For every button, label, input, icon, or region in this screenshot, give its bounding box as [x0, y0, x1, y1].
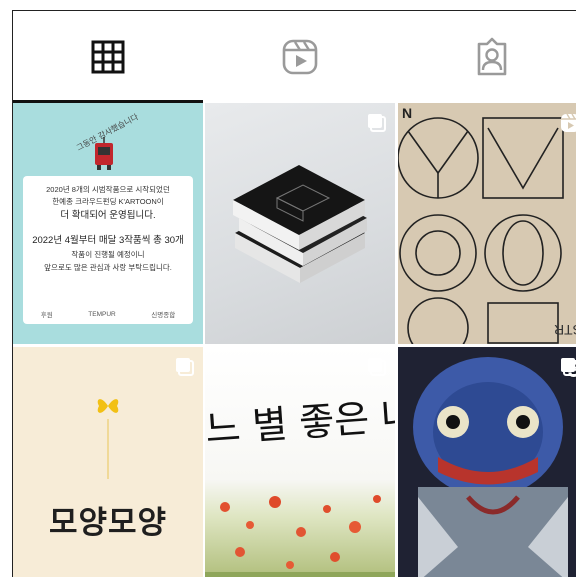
- mask-artwork-image: [398, 347, 576, 577]
- book-stack-image: [233, 165, 367, 283]
- post-tile[interactable]: 3: [398, 347, 576, 577]
- post-tile[interactable]: 그동안 감사했습니다 2020년 8개의 시범작품으로 시작되었던 한예종 크라…: [13, 103, 203, 344]
- tab-tagged[interactable]: [397, 11, 576, 103]
- rotated-text: STR: [554, 322, 576, 338]
- post-tile[interactable]: [205, 103, 395, 344]
- tagged-icon: [477, 37, 507, 76]
- sponsor-bar: 후원 TEMPUR 신명종합: [23, 306, 193, 322]
- reels-icon: [561, 113, 576, 132]
- post-heading: 모양모양: [48, 505, 168, 541]
- post-tile[interactable]: 모양모양: [13, 347, 203, 577]
- butterfly-icon: [97, 399, 119, 413]
- flower-field-image: [205, 495, 395, 577]
- sponsor-name: TEMPUR: [88, 310, 116, 318]
- mascot-icon: [95, 137, 113, 170]
- post-tile[interactable]: N STR: [398, 103, 576, 344]
- sponsor-name: 신명종합: [151, 312, 176, 319]
- carousel-icon: [368, 358, 386, 376]
- profile-posts-panel: 그동안 감사했습니다 2020년 8개의 시범작품으로 시작되었던 한예종 크라…: [12, 10, 576, 577]
- notice-line: 한예종 크라우드펀딩 K'ARTOON이: [52, 197, 164, 206]
- post-tile[interactable]: 느 별 좋은 나: [205, 347, 395, 577]
- sponsor-label: 후원: [40, 312, 53, 319]
- notice-line: 2020년 8개의 시범작품으로 시작되었던: [46, 185, 170, 194]
- notice-line: 2022년 4월부터 매달 3작품씩 총 30개: [32, 235, 184, 246]
- reels-icon: [282, 39, 318, 75]
- carousel-icon: [176, 358, 194, 376]
- stem-line: [107, 419, 109, 479]
- notice-card: 2020년 8개의 시범작품으로 시작되었던 한예종 크라우드펀딩 K'ARTO…: [23, 176, 193, 324]
- notice-line: 앞으로도 많은 관심과 사랑 부탁드립니다.: [44, 263, 172, 272]
- notice-line: 작품이 진행될 예정이니: [71, 250, 145, 259]
- tab-posts[interactable]: [13, 11, 203, 103]
- tab-reels[interactable]: [205, 11, 395, 103]
- profile-tabs: [13, 11, 576, 103]
- carousel-icon: [561, 358, 576, 376]
- geometric-pattern-image: [398, 117, 564, 344]
- post-heading: 느 별 좋은 나: [205, 392, 395, 452]
- grid-icon: [91, 40, 125, 74]
- carousel-icon: [368, 114, 386, 132]
- notice-line: 더 확대되어 운영됩니다.: [60, 210, 156, 221]
